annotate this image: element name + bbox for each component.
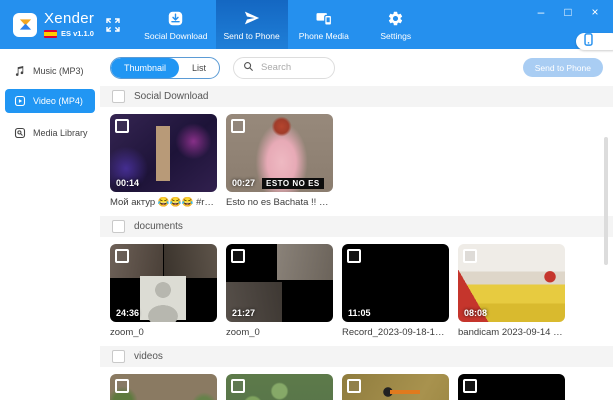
brand: Xender ES v1.1.0	[0, 0, 120, 49]
send-to-phone-button[interactable]: Send to Phone	[522, 58, 603, 77]
section-videos: videos	[100, 346, 613, 400]
video-thumbnail[interactable]: 00:14	[110, 114, 217, 192]
video-thumbnail[interactable]	[226, 374, 333, 400]
video-card[interactable]: 08:08 bandicam 2023-09-14 16-02-36-129	[458, 244, 565, 338]
video-checkbox[interactable]	[231, 249, 245, 263]
maximize-button[interactable]: □	[560, 5, 576, 19]
expand-icon[interactable]	[106, 17, 120, 32]
section-checkbox[interactable]	[112, 90, 125, 103]
xender-logo-icon	[13, 12, 37, 37]
sidebar: Music (MP3) Video (MP4) Media Library	[0, 49, 100, 400]
video-checkbox[interactable]	[115, 379, 129, 393]
video-thumbnail[interactable]	[458, 374, 565, 400]
video-card[interactable]: 11:05 Record_2023-09-18-12-09-39_dacb6c.…	[342, 244, 449, 338]
settings-icon	[387, 9, 404, 28]
video-checkbox[interactable]	[347, 379, 361, 393]
window-controls: – □ ×	[533, 5, 603, 19]
scrollbar-thumb[interactable]	[604, 137, 608, 265]
thumbnail-caption: ESTO NO ES	[262, 178, 324, 189]
app-header: Xender ES v1.1.0 Social Download Send to…	[0, 0, 613, 51]
video-duration: 24:36	[116, 308, 140, 318]
section-header: videos	[100, 346, 613, 367]
sidebar-item-music-mp3[interactable]: Music (MP3)	[5, 59, 95, 83]
close-button[interactable]: ×	[587, 5, 603, 19]
search-input[interactable]	[259, 61, 326, 74]
app-version: ES v1.1.0	[61, 29, 94, 38]
search-box	[233, 56, 336, 79]
tab-phone-media[interactable]: Phone Media	[288, 0, 360, 49]
section-header: documents	[100, 216, 613, 237]
video-card[interactable]	[458, 374, 565, 400]
tab-social-download[interactable]: Social Download	[136, 0, 215, 49]
video-duration: 11:05	[348, 308, 371, 318]
video-checkbox[interactable]	[115, 119, 129, 133]
video-checkbox[interactable]	[115, 249, 129, 263]
video-thumbnail[interactable]	[342, 374, 449, 400]
video-title: zoom_0	[110, 327, 144, 338]
section-checkbox[interactable]	[112, 220, 125, 233]
media-library-icon	[13, 127, 27, 139]
video-title: zoom_0	[226, 327, 260, 338]
header-tabs: Social Download Send to Phone Phone Medi…	[136, 0, 432, 49]
view-mode-list[interactable]: List	[179, 58, 219, 78]
video-duration: 08:08	[464, 308, 488, 318]
section-title: Social Download	[134, 91, 209, 102]
video-title: Мой актур 😂😂😂 #rec #fyp #reco...	[110, 197, 217, 208]
video-checkbox[interactable]	[231, 379, 245, 393]
toolbar: ThumbnailList Send to Phone	[100, 49, 613, 86]
section-social-download: Social Download 00:14 Мой актур 😂😂😂 #rec…	[100, 86, 613, 216]
video-icon	[13, 95, 27, 107]
video-sections: Social Download 00:14 Мой актур 😂😂😂 #rec…	[100, 86, 613, 400]
video-duration: 21:27	[232, 308, 256, 318]
connected-device-indicator[interactable]	[576, 32, 613, 51]
video-card[interactable]	[110, 374, 217, 400]
video-duration: 00:14	[116, 178, 140, 188]
video-card[interactable]: 00:27 ESTO NO ES Esto no es Bachata !! C…	[226, 114, 333, 208]
video-title: bandicam 2023-09-14 16-02-36-129	[458, 327, 565, 338]
video-duration: 00:27	[232, 178, 256, 188]
video-card[interactable]: 21:27 zoom_0	[226, 244, 333, 338]
phone-icon	[584, 32, 593, 51]
section-title: videos	[134, 351, 163, 362]
video-thumbnail[interactable]: 21:27	[226, 244, 333, 322]
section-cards: 24:36 zoom_0 21:27 zoom_0 11:05 Record_2…	[100, 237, 613, 346]
video-checkbox[interactable]	[463, 249, 477, 263]
section-cards: 00:14 Мой актур 😂😂😂 #rec #fyp #reco... 0…	[100, 107, 613, 216]
tab-send-to-phone[interactable]: Send to Phone	[215, 0, 288, 49]
video-thumbnail[interactable]: 11:05	[342, 244, 449, 322]
video-card[interactable]: 24:36 zoom_0	[110, 244, 217, 338]
section-cards	[100, 367, 613, 400]
video-thumbnail[interactable]: 24:36	[110, 244, 217, 322]
view-mode-toggle: Thumbnail List	[110, 56, 221, 79]
video-checkbox[interactable]	[231, 119, 245, 133]
minimize-button[interactable]: –	[533, 5, 549, 19]
video-thumbnail[interactable]: 00:27 ESTO NO ES	[226, 114, 333, 192]
app-name: Xender	[44, 10, 95, 27]
video-card[interactable]	[342, 374, 449, 400]
video-title: Esto no es Bachata !! Corrige la posició…	[226, 197, 333, 208]
video-card[interactable]: 00:14 Мой актур 😂😂😂 #rec #fyp #reco...	[110, 114, 217, 208]
section-checkbox[interactable]	[112, 350, 125, 363]
spain-flag-icon	[44, 29, 57, 38]
video-card[interactable]	[226, 374, 333, 400]
sidebar-item-video-mp4[interactable]: Video (MP4)	[5, 89, 95, 113]
music-icon	[13, 65, 27, 77]
video-checkbox[interactable]	[347, 249, 361, 263]
video-thumbnail[interactable]: 08:08	[458, 244, 565, 322]
view-mode-thumbnail[interactable]: Thumbnail	[111, 57, 180, 78]
video-checkbox[interactable]	[463, 379, 477, 393]
tab-settings[interactable]: Settings	[360, 0, 432, 49]
sidebar-item-media-library[interactable]: Media Library	[5, 121, 95, 145]
phone-media-icon	[315, 9, 333, 28]
video-title: Record_2023-09-18-12-09-39_dacb6c...	[342, 327, 449, 338]
send-to-phone-icon	[243, 9, 261, 28]
section-title: documents	[134, 221, 183, 232]
xender-window: Xender ES v1.1.0 Social Download Send to…	[0, 0, 613, 400]
section-documents: documents 24:36 zoom_0 21:27 zoom_0 11:0…	[100, 216, 613, 346]
social-download-icon	[167, 9, 184, 28]
search-icon	[243, 59, 254, 77]
section-header: Social Download	[100, 86, 613, 107]
video-thumbnail[interactable]	[110, 374, 217, 400]
main-content: ThumbnailList Send to Phone Social Downl…	[100, 49, 613, 400]
